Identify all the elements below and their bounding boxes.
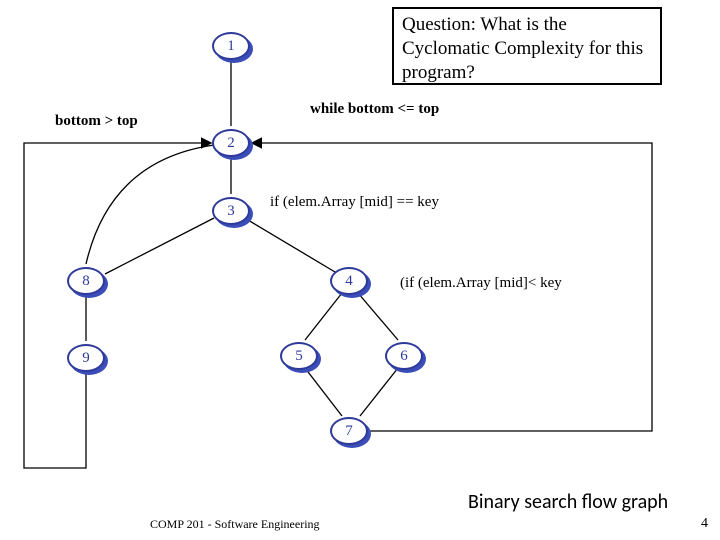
node-8: 8	[67, 267, 105, 295]
label-if-eq: if (elem.Array [mid] == key	[270, 194, 439, 211]
node-label: 4	[345, 273, 353, 290]
node-2: 2	[212, 129, 250, 157]
node-label: 5	[295, 348, 303, 365]
node-label: 6	[400, 348, 408, 365]
label-while: while bottom <= top	[310, 101, 439, 118]
node-label: 1	[227, 38, 235, 55]
node-label: 3	[227, 203, 235, 220]
node-6: 6	[385, 342, 423, 370]
node-label: 9	[82, 350, 90, 367]
node-label: 7	[345, 423, 353, 440]
question-text: Question: What is the Cyclomatic Complex…	[402, 14, 643, 83]
node-1: 1	[212, 32, 250, 60]
node-9: 9	[67, 344, 105, 372]
node-5: 5	[280, 342, 318, 370]
question-box: Question: What is the Cyclomatic Complex…	[392, 7, 662, 85]
label-if-lt: (if (elem.Array [mid]< key	[400, 275, 562, 292]
node-label: 2	[227, 135, 235, 152]
node-4: 4	[330, 267, 368, 295]
label-bottom-gt-top: bottom > top	[55, 113, 138, 130]
node-label: 8	[82, 273, 90, 290]
node-7: 7	[330, 417, 368, 445]
node-3: 3	[212, 197, 250, 225]
